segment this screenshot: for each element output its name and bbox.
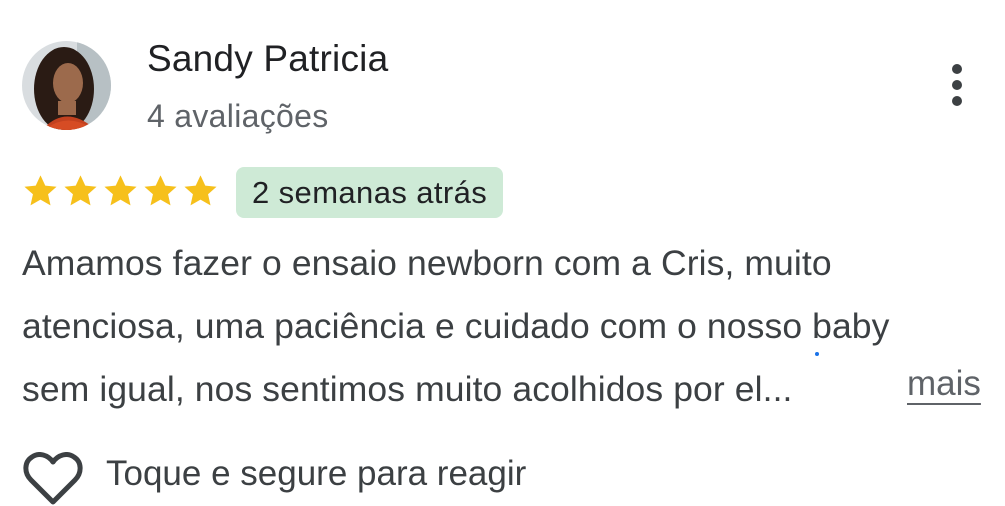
react-button[interactable]: Toque e segure para reagir	[22, 452, 526, 506]
star-icon	[184, 175, 217, 206]
more-vert-icon	[952, 64, 962, 74]
review-text[interactable]: Amamos fazer o ensaio newborn com a Cris…	[22, 232, 997, 421]
cursor-dot	[815, 352, 819, 356]
star-icon	[104, 175, 137, 206]
heart-outline-icon	[23, 452, 83, 505]
star-icon	[64, 175, 97, 206]
more-vert-icon-dot	[952, 80, 962, 90]
avatar[interactable]	[22, 41, 111, 130]
review-text-line: atenciosa, uma paciência e cuidado com o…	[22, 306, 890, 346]
review-text-line: sem igual, nos sentimos muito acolhidos …	[22, 369, 793, 409]
star-icon	[24, 175, 57, 206]
more-vert-icon-dot	[952, 96, 962, 106]
avatar-photo	[22, 41, 111, 130]
read-more-link[interactable]: mais	[907, 364, 981, 404]
author-name[interactable]: Sandy Patricia	[147, 38, 388, 80]
review-date-badge: 2 semanas atrás	[236, 167, 504, 218]
review-text-line: Amamos fazer o ensaio newborn com a Cris…	[22, 243, 832, 283]
react-label: Toque e segure para reagir	[106, 454, 527, 493]
author-review-count: 4 avaliações	[147, 98, 329, 134]
more-options-button[interactable]	[940, 60, 974, 110]
star-rating	[22, 173, 219, 210]
star-icon	[144, 175, 177, 206]
